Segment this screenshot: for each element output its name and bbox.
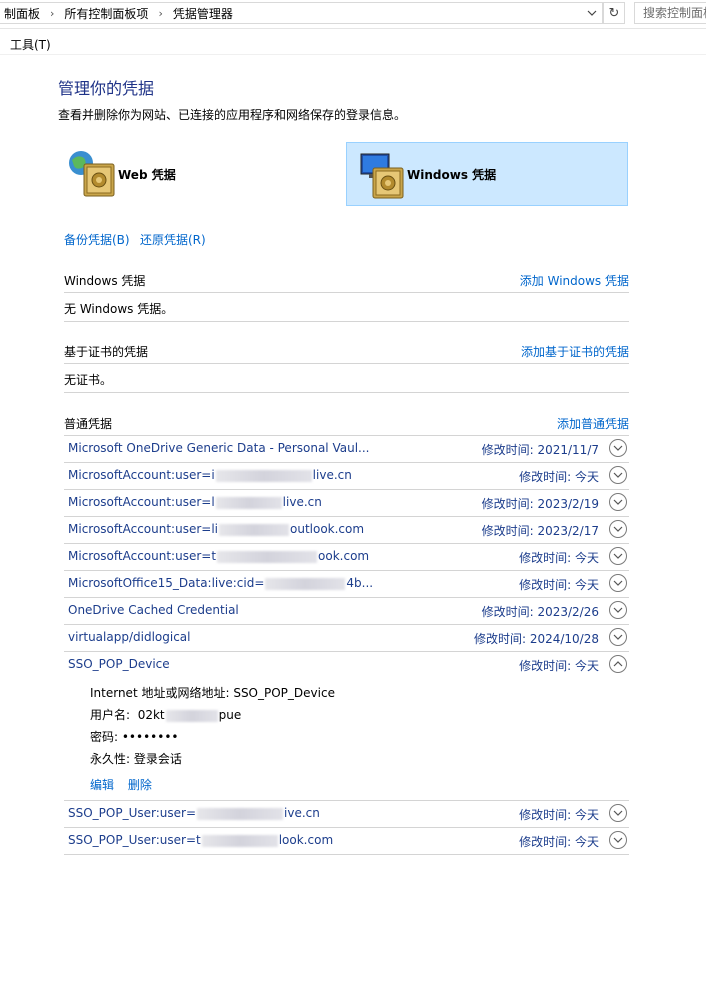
chevron-right-icon[interactable]: › xyxy=(44,7,60,20)
expand-chevron-icon[interactable] xyxy=(609,628,627,646)
modified-time: 修改时间: 今天 xyxy=(519,470,599,484)
redacted-text xyxy=(165,709,218,722)
credential-name: MicrosoftAccount:user=t ook.com xyxy=(68,549,370,563)
windows-credentials-section: Windows 凭据 添加 Windows 凭据 无 Windows 凭据。 xyxy=(64,266,629,322)
breadcrumb-control-panel[interactable]: 制面板 xyxy=(0,5,44,22)
persistence: 永久性: 登录会话 xyxy=(90,752,182,766)
expand-chevron-icon[interactable] xyxy=(609,493,627,511)
credential-row[interactable]: MicrosoftAccount:user=li outlook.com 修改时间… xyxy=(64,517,629,544)
search-input[interactable]: 搜索控制面板 xyxy=(634,2,706,24)
divider xyxy=(0,54,706,55)
edit-link[interactable]: 编辑 xyxy=(90,778,114,792)
modified-time: 修改时间: 今天 xyxy=(519,808,599,822)
generic-credentials-section: 普通凭据 添加普通凭据 xyxy=(64,409,629,436)
expand-chevron-icon[interactable] xyxy=(609,831,627,849)
page-subtitle: 查看并删除你为网站、已连接的应用程序和网络保存的登录信息。 xyxy=(58,108,407,122)
modified-time: 修改时间: 今天 xyxy=(519,835,599,849)
username: 用户名: 02kt pue xyxy=(90,708,242,722)
expand-chevron-icon[interactable] xyxy=(609,439,627,457)
add-certificate-credential-link[interactable]: 添加基于证书的凭据 xyxy=(521,343,629,360)
credential-name: SSO_POP_Device xyxy=(68,657,170,671)
credential-name: virtualapp/didlogical xyxy=(68,630,191,644)
modified-time: 修改时间: 2021/11/7 xyxy=(481,443,599,457)
credential-details: Internet 地址或网络地址: SSO_POP_Device 用户名: 02… xyxy=(64,678,629,801)
chevron-right-icon[interactable]: › xyxy=(152,7,168,20)
expand-chevron-icon[interactable] xyxy=(609,547,627,565)
redacted-text xyxy=(217,550,318,563)
redacted-text xyxy=(197,807,284,820)
section-title: Windows 凭据 xyxy=(64,274,146,288)
credential-name: SSO_POP_User:user=t look.com xyxy=(68,833,334,847)
credential-row[interactable]: MicrosoftAccount:user=l live.cn 修改时间: 202… xyxy=(64,490,629,517)
expand-chevron-icon[interactable] xyxy=(609,601,627,619)
redacted-text xyxy=(265,577,346,590)
credential-row-expanded[interactable]: SSO_POP_Device 修改时间: 今天 xyxy=(64,652,629,678)
address-bar: 制面板 › 所有控制面板项 › 凭据管理器 ↻ 搜索控制面板 xyxy=(0,0,706,29)
credential-name: SSO_POP_User:user= ive.cn xyxy=(68,806,320,820)
page-title: 管理你的凭据 xyxy=(58,79,155,98)
breadcrumb-all-items[interactable]: 所有控制面板项 xyxy=(60,5,152,22)
web-vault-icon xyxy=(66,148,118,200)
backup-credentials-link[interactable]: 备份凭据(B) xyxy=(64,231,130,248)
modified-time: 修改时间: 2024/10/28 xyxy=(473,632,599,646)
menu-tools[interactable]: 工具(T) xyxy=(10,36,51,53)
windows-vault-icon xyxy=(359,148,407,200)
expand-chevron-icon[interactable] xyxy=(609,804,627,822)
credential-row[interactable]: Microsoft OneDrive Generic Data - Person… xyxy=(64,436,629,463)
credential-row[interactable]: MicrosoftOffice15_Data:live:cid= 4b... 修改… xyxy=(64,571,629,598)
modified-time: 修改时间: 2023/2/19 xyxy=(481,497,599,511)
breadcrumb[interactable]: 制面板 › 所有控制面板项 › 凭据管理器 xyxy=(0,2,603,24)
redacted-text xyxy=(215,469,312,482)
credential-name: OneDrive Cached Credential xyxy=(68,603,239,617)
delete-link[interactable]: 删除 xyxy=(128,778,152,792)
expand-chevron-icon[interactable] xyxy=(609,574,627,592)
credential-actions: 编辑 删除 xyxy=(90,776,162,793)
redacted-text xyxy=(201,834,278,847)
web-credentials-label: Web 凭据 xyxy=(118,167,176,182)
credential-name: MicrosoftAccount:user=li outlook.com xyxy=(68,522,365,536)
expand-chevron-icon[interactable] xyxy=(609,466,627,484)
modified-time: 修改时间: 今天 xyxy=(519,578,599,592)
windows-credentials-label: Windows 凭据 xyxy=(407,167,497,182)
breadcrumb-credential-manager[interactable]: 凭据管理器 xyxy=(169,5,237,22)
windows-credentials-tab[interactable]: Windows 凭据 xyxy=(346,142,628,206)
empty-message: 无证书。 xyxy=(64,373,113,387)
restore-credentials-link[interactable]: 还原凭据(R) xyxy=(140,231,206,248)
credential-row[interactable]: SSO_POP_User:user= ive.cn 修改时间: 今天 xyxy=(64,801,629,828)
menu-bar: 工具(T) xyxy=(0,30,706,54)
credential-row[interactable]: SSO_POP_User:user=t look.com 修改时间: 今天 xyxy=(64,828,629,855)
section-title: 普通凭据 xyxy=(64,417,113,431)
redacted-text xyxy=(219,523,289,536)
redacted-text xyxy=(215,496,282,509)
credential-row[interactable]: MicrosoftAccount:user=t ook.com 修改时间: 今天 xyxy=(64,544,629,571)
web-credentials-tab[interactable]: Web 凭据 xyxy=(66,146,336,202)
internet-address: Internet 地址或网络地址: SSO_POP_Device xyxy=(90,686,335,700)
credential-row[interactable]: OneDrive Cached Credential 修改时间: 2023/2/… xyxy=(64,598,629,625)
credential-name: Microsoft OneDrive Generic Data - Person… xyxy=(68,441,370,455)
collapse-chevron-icon[interactable] xyxy=(609,655,627,673)
address-dropdown-icon[interactable] xyxy=(584,4,600,22)
credential-name: MicrosoftAccount:user=i live.cn xyxy=(68,468,352,482)
section-title: 基于证书的凭据 xyxy=(64,345,149,359)
certificate-credentials-section: 基于证书的凭据 添加基于证书的凭据 无证书。 xyxy=(64,337,629,393)
add-windows-credential-link[interactable]: 添加 Windows 凭据 xyxy=(520,272,629,289)
credential-name: MicrosoftAccount:user=l live.cn xyxy=(68,495,322,509)
expand-chevron-icon[interactable] xyxy=(609,520,627,538)
credential-name: MicrosoftOffice15_Data:live:cid= 4b... xyxy=(68,576,374,590)
add-generic-credential-link[interactable]: 添加普通凭据 xyxy=(557,415,629,432)
credential-row[interactable]: MicrosoftAccount:user=i live.cn 修改时间: 今天 xyxy=(64,463,629,490)
modified-time: 修改时间: 今天 xyxy=(519,659,599,673)
credential-row[interactable]: virtualapp/didlogical 修改时间: 2024/10/28 xyxy=(64,625,629,652)
modified-time: 修改时间: 2023/2/17 xyxy=(481,524,599,538)
refresh-icon[interactable]: ↻ xyxy=(603,2,625,24)
modified-time: 修改时间: 2023/2/26 xyxy=(481,605,599,619)
generic-credentials-list: Microsoft OneDrive Generic Data - Person… xyxy=(64,436,629,855)
empty-message: 无 Windows 凭据。 xyxy=(64,302,174,316)
password: 密码: •••••••• xyxy=(90,730,179,744)
modified-time: 修改时间: 今天 xyxy=(519,551,599,565)
